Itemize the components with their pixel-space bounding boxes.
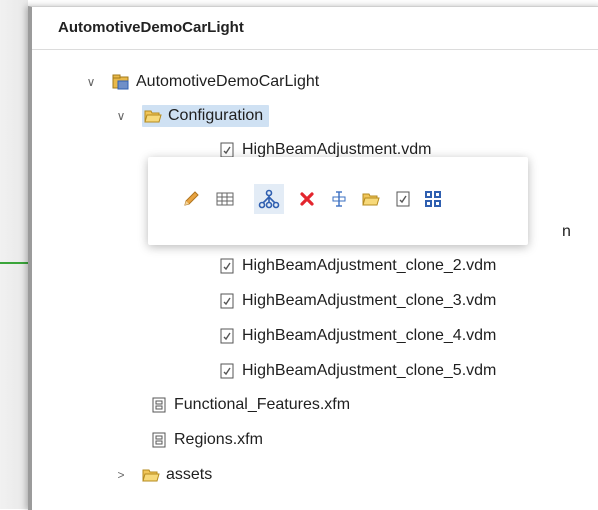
background-blur bbox=[0, 0, 28, 509]
project-explorer-panel: AutomotiveDemoCarLight ∨ AutomotiveDemoC… bbox=[28, 6, 598, 510]
file-tree: ∨ AutomotiveDemoCarLight ∨ Configuration… bbox=[32, 7, 598, 510]
tree-item-label: Functional_Features.xfm bbox=[174, 396, 351, 413]
tree-item-assets[interactable]: > assets bbox=[114, 461, 212, 489]
tree-item-vdm[interactable]: HighBeamAdjustment_clone_2.vdm bbox=[218, 252, 496, 280]
tree-item-xfm[interactable]: Functional_Features.xfm bbox=[150, 391, 350, 419]
tree-item-label: HighBeamAdjustment_clone_5.vdm bbox=[242, 362, 497, 379]
chevron-down-icon[interactable]: ∨ bbox=[114, 109, 128, 123]
tree-item-vdm[interactable]: HighBeamAdjustment_clone_5.vdm bbox=[218, 357, 496, 385]
table-icon[interactable] bbox=[210, 184, 240, 214]
vdm-file-icon bbox=[218, 292, 236, 310]
tree-item-project[interactable]: ∨ AutomotiveDemoCarLight bbox=[84, 68, 320, 96]
tree-item-label: AutomotiveDemoCarLight bbox=[136, 73, 320, 90]
open-folder-icon bbox=[144, 107, 162, 125]
open-folder-icon[interactable] bbox=[356, 184, 386, 214]
selection-highlight: Configuration bbox=[142, 105, 270, 127]
tree-item-xfm[interactable]: Regions.xfm bbox=[150, 426, 263, 454]
rename-icon[interactable] bbox=[324, 184, 354, 214]
chevron-down-icon[interactable]: ∨ bbox=[84, 75, 98, 89]
tree-item-label: HighBeamAdjustment_clone_2.vdm bbox=[242, 257, 497, 274]
tree-item-label: HighBeamAdjustment_clone_4.vdm bbox=[242, 327, 497, 344]
tree-item-label: HighBeamAdjustment_clone_3.vdm bbox=[242, 292, 497, 309]
vdm-file-icon bbox=[218, 257, 236, 275]
hierarchy-icon[interactable] bbox=[254, 184, 284, 214]
vdm-file-icon bbox=[218, 327, 236, 345]
tree-item-vdm[interactable]: HighBeamAdjustment_clone_4.vdm bbox=[218, 322, 496, 350]
edit-pencil-icon[interactable] bbox=[176, 184, 206, 214]
xfm-file-icon bbox=[150, 396, 168, 414]
delete-icon[interactable] bbox=[292, 184, 322, 214]
tree-item-configuration[interactable]: ∨ Configuration bbox=[114, 102, 270, 130]
xfm-file-icon bbox=[150, 431, 168, 449]
project-icon bbox=[112, 73, 130, 91]
tree-item-vdm-partial: n bbox=[562, 218, 571, 246]
folder-icon bbox=[142, 466, 160, 484]
tree-item-label-partial: n bbox=[562, 223, 571, 240]
tree-item-label: assets bbox=[166, 466, 213, 483]
tree-item-vdm[interactable]: HighBeamAdjustment_clone_3.vdm bbox=[218, 287, 496, 315]
vdm-file-icon[interactable] bbox=[388, 184, 418, 214]
floating-toolbar bbox=[148, 157, 528, 245]
chevron-right-icon[interactable]: > bbox=[114, 468, 128, 482]
vdm-file-icon bbox=[218, 362, 236, 380]
grid-icon[interactable] bbox=[418, 184, 448, 214]
tree-item-label: Regions.xfm bbox=[174, 431, 263, 448]
tree-item-label: Configuration bbox=[168, 107, 264, 124]
